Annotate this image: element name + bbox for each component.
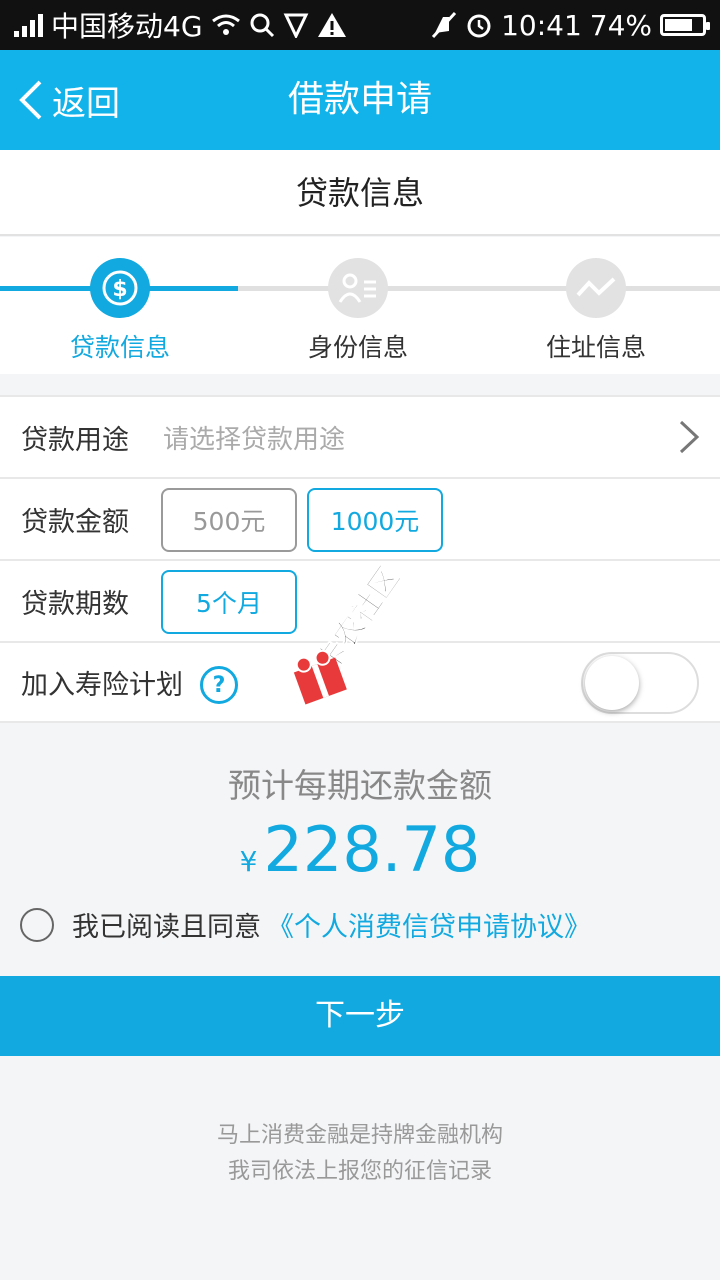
insurance-label: 加入寿险计划 (21, 669, 183, 701)
step-label: 住址信息 (545, 333, 646, 362)
shield-icon (283, 13, 308, 38)
step-identity-info: 身份信息 (258, 258, 458, 364)
signal-icon (14, 13, 43, 37)
back-label: 返回 (52, 83, 120, 124)
agree-text: 我已阅读且同意 (72, 912, 261, 943)
mute-icon (431, 11, 457, 39)
loan-purpose-row[interactable]: 贷款用途 请选择贷款用途 (0, 395, 720, 477)
loan-purpose-label: 贷款用途 (21, 424, 129, 456)
loan-amount-label: 贷款金额 (21, 506, 129, 538)
chevron-left-icon (19, 80, 42, 120)
wifi-icon (211, 14, 240, 35)
back-button[interactable]: 返回 (16, 50, 120, 150)
carrier-label: 中国移动4G (51, 10, 203, 43)
currency-symbol: ¥ (239, 845, 258, 878)
battery-icon (660, 14, 710, 36)
repayment-summary: 预计每期还款金额 ¥228.78 我已阅读且同意 《个人消费信贷申请协议》 (0, 723, 720, 976)
dollar-icon: $ (102, 270, 138, 306)
battery-percent: 74% (589, 8, 652, 42)
loan-purpose-select[interactable]: 请选择贷款用途 (163, 419, 345, 456)
clock: 10:41 (501, 8, 582, 42)
insurance-row: 加入寿险计划 ? (0, 641, 720, 723)
amount-option-500[interactable]: 500元 (161, 488, 297, 552)
step-label: 身份信息 (307, 333, 408, 362)
step-address-info: 住址信息 (496, 258, 696, 364)
location-wave-icon (576, 277, 616, 297)
repayment-amount: ¥228.78 (0, 813, 720, 886)
warning-icon (317, 13, 346, 37)
nav-bar: 返回 借款申请 (0, 50, 720, 150)
alarm-icon (467, 14, 491, 38)
footer-notice: 马上消费金融是持牌金融机构 我司依法上报您的征信记录 (0, 1118, 720, 1190)
loan-amount-row: 贷款金额 500元 1000元 (0, 477, 720, 559)
agreement-link[interactable]: 《个人消费信贷申请协议》 (267, 905, 591, 944)
toggle-knob (585, 656, 639, 710)
status-bar: 中国移动4G 10:41 74% (0, 0, 720, 50)
estimate-label: 预计每期还款金额 (228, 766, 492, 805)
loan-term-row: 贷款期数 5个月 (0, 559, 720, 641)
footer-line-2: 我司依法上报您的征信记录 (227, 1159, 492, 1184)
id-card-icon (338, 273, 376, 303)
section-title: 贷款信息 (0, 150, 720, 236)
agreement-row: 我已阅读且同意 《个人消费信贷申请协议》 (20, 905, 591, 944)
loan-form: 贷款用途 请选择贷款用途 贷款金额 500元 1000元 贷款期数 5个月 加入… (0, 395, 720, 723)
amount-option-1000[interactable]: 1000元 (307, 488, 443, 552)
svg-text:$: $ (112, 277, 127, 302)
progress-steps: $ 贷款信息 身份信息 住址信息 (0, 237, 720, 374)
insurance-toggle[interactable] (581, 652, 699, 714)
search-icon (250, 13, 274, 38)
repayment-value: 228.78 (263, 813, 481, 886)
step-loan-info: $ 贷款信息 (20, 258, 220, 364)
agree-radio[interactable] (20, 907, 54, 942)
step-label: 贷款信息 (69, 333, 170, 362)
term-option-5-months[interactable]: 5个月 (161, 570, 297, 634)
next-button[interactable]: 下一步 (0, 976, 720, 1056)
help-icon[interactable]: ? (200, 666, 238, 704)
loan-term-label: 贷款期数 (21, 588, 129, 620)
footer-line-1: 马上消费金融是持牌金融机构 (216, 1123, 503, 1148)
chevron-right-icon (679, 420, 700, 454)
